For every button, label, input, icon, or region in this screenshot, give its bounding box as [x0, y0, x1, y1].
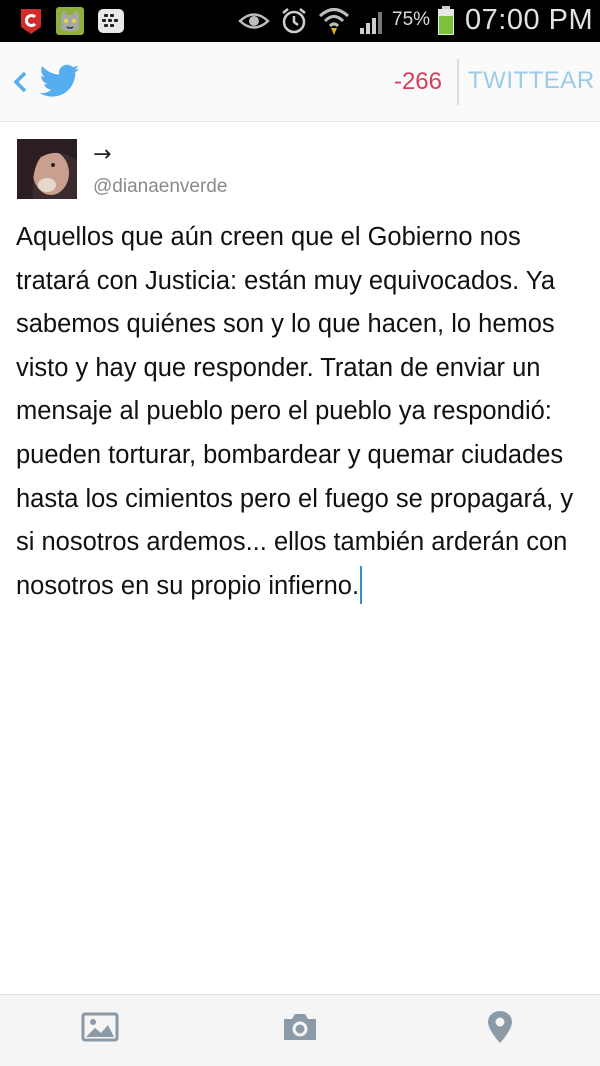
alarm-icon — [282, 8, 306, 34]
twitter-bird-icon[interactable] — [40, 64, 80, 98]
talking-cat-app-icon — [56, 7, 84, 35]
photo-icon[interactable] — [80, 1009, 120, 1045]
display-name: → — [93, 142, 112, 167]
location-pin-icon[interactable] — [483, 1009, 523, 1045]
signal-icon — [360, 12, 382, 34]
bbm-icon — [98, 9, 124, 33]
compose-header: -266 TWITTEAR — [0, 42, 600, 122]
eye-icon — [238, 13, 270, 29]
avatar — [17, 139, 77, 199]
compose-toolbar — [0, 994, 600, 1066]
status-bar: 75% 07:00 PM — [0, 0, 600, 42]
battery-icon — [438, 6, 454, 35]
character-counter: -266 — [393, 68, 442, 95]
user-handle: @dianaenverde — [93, 176, 228, 197]
camera-icon[interactable] — [280, 1009, 320, 1045]
tweet-text-area[interactable]: Aquellos que aún creen que el Gobierno n… — [16, 216, 588, 608]
wifi-icon — [318, 8, 350, 35]
header-divider — [457, 59, 459, 105]
c-app-icon — [21, 9, 41, 34]
clock: 07:00 PM — [465, 4, 594, 36]
tweet-button[interactable]: TWITTEAR — [468, 67, 594, 95]
tweet-text: Aquellos que aún creen que el Gobierno n… — [16, 223, 574, 600]
text-cursor — [360, 565, 363, 604]
battery-percent: 75% — [392, 9, 431, 30]
back-chevron-icon[interactable] — [12, 70, 28, 94]
